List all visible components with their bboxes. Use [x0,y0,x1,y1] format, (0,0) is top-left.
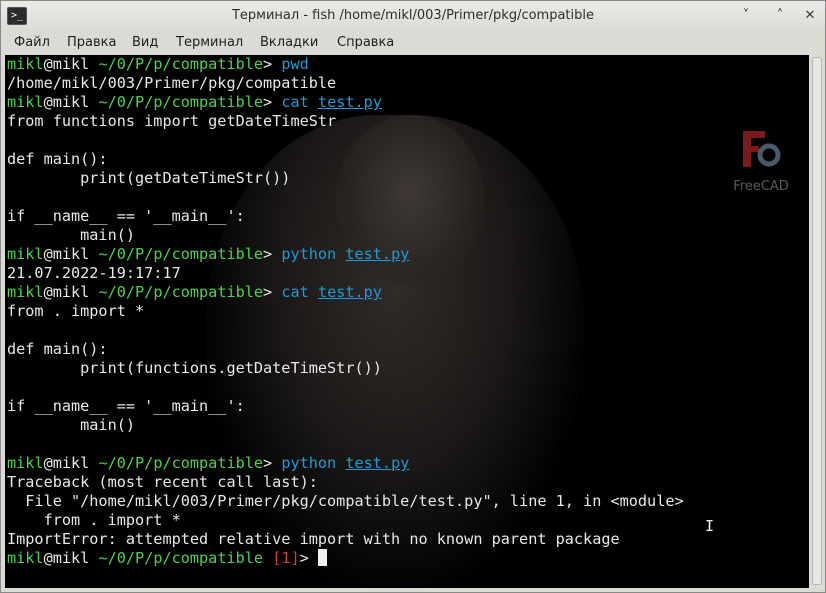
title-bar[interactable]: >_ Терминал - fish /home/mikl/003/Primer… [1,1,825,32]
error-line: ImportError: attempted relative import w… [7,530,620,548]
prompt-path: ~/0/P/p/compatible [89,55,264,73]
prompt-path: ~/0/P/p/compatible [89,549,264,567]
menu-view[interactable]: Вид [132,35,158,50]
close-button[interactable]: ✕ [801,7,819,25]
prompt-path: ~/0/P/p/compatible [89,93,264,111]
output-line: if __name__ == '__main__': [7,207,245,225]
prompt-line: mikl@mikl ~/0/P/p/compatible> cat test.p… [7,283,684,302]
terminal-output: mikl@mikl ~/0/P/p/compatible> pwd /home/… [7,55,684,568]
menu-file[interactable]: Файл [14,35,50,50]
prompt-arrow: > [299,549,318,567]
output-line: /home/mikl/003/Primer/pkg/compatible [7,74,337,92]
output-line: print(getDateTimeStr()) [7,169,291,187]
mouse-ibeam-cursor-icon: I [705,517,715,535]
freecad-logo-icon [743,131,781,167]
prompt-host: mikl [52,454,90,472]
output-line: def main(): [7,150,108,168]
command-argument: test.py [345,454,410,472]
command-argument: test.py [317,283,382,301]
output-line: if __name__ == '__main__': [7,397,245,415]
output-line: from . import * [7,302,145,320]
vertical-scrollbar[interactable] [809,55,825,588]
prompt-at: @ [43,454,53,472]
prompt-path: ~/0/P/p/compatible [89,245,264,263]
output-line: main() [7,416,136,434]
prompt-host: mikl [52,283,90,301]
menu-help[interactable]: Справка [337,35,394,50]
prompt-line: mikl@mikl ~/0/P/p/compatible> pwd [7,55,684,74]
output-line: main() [7,226,136,244]
exit-status-close: ] [290,549,300,567]
text-cursor [317,549,327,566]
output-line: def main(): [7,340,108,358]
prompt-line: mikl@mikl ~/0/P/p/compatible> python tes… [7,454,684,473]
exit-status-code: 1 [281,549,291,567]
prompt-line-current[interactable]: mikl@mikl ~/0/P/p/compatible [1]> [7,549,684,568]
prompt-line: mikl@mikl ~/0/P/p/compatible> python tes… [7,245,684,264]
error-line: from . import * [7,511,181,529]
prompt-host: mikl [52,55,90,73]
prompt-arrow: > [263,93,282,111]
prompt-arrow: > [263,454,282,472]
prompt-path: ~/0/P/p/compatible [89,454,264,472]
prompt-arrow: > [263,283,282,301]
prompt-at: @ [43,549,53,567]
prompt-at: @ [43,55,53,73]
prompt-user: mikl [7,454,44,472]
output-line: print(functions.getDateTimeStr()) [7,359,382,377]
terminal-area[interactable]: FreeCAD mikl@mikl ~/0/P/p/compatible> pw… [5,55,809,588]
output-line: 21.07.2022-19:17:17 [7,264,181,282]
prompt-at: @ [43,283,53,301]
prompt-host: mikl [52,245,90,263]
maximize-button[interactable]: ˄ [771,7,789,25]
error-line: File "/home/mikl/003/Primer/pkg/compatib… [7,492,684,510]
command-argument: test.py [317,93,382,111]
error-line: Traceback (most recent call last): [7,473,318,491]
prompt-host: mikl [52,93,90,111]
prompt-user: mikl [7,93,44,111]
prompt-host: mikl [52,549,90,567]
command: cat [281,93,309,111]
menu-edit[interactable]: Правка [67,35,116,50]
freecad-desktop-icon: FreeCAD [729,125,799,205]
minimize-button[interactable]: ˅ [737,7,755,25]
prompt-user: mikl [7,55,44,73]
prompt-arrow: > [263,245,282,263]
prompt-at: @ [43,245,53,263]
menu-terminal[interactable]: Терминал [176,35,243,50]
terminal-window: >_ Терминал - fish /home/mikl/003/Primer… [0,0,826,593]
command: pwd [281,55,309,73]
command-argument: test.py [345,245,410,263]
command: python [281,245,337,263]
prompt-user: mikl [7,245,44,263]
prompt-at: @ [43,93,53,111]
window-title: Терминал - fish /home/mikl/003/Primer/pk… [231,8,595,23]
command: cat [281,283,309,301]
prompt-user: mikl [7,549,44,567]
prompt-path: ~/0/P/p/compatible [89,283,264,301]
exit-status-open: [ [263,549,282,567]
menu-bar: Файл Правка Вид Терминал Вкладки Справка [1,31,825,54]
command: python [281,454,337,472]
menu-tabs[interactable]: Вкладки [260,35,318,50]
prompt-line: mikl@mikl ~/0/P/p/compatible> cat test.p… [7,93,684,112]
freecad-label: FreeCAD [733,179,789,194]
prompt-user: mikl [7,283,44,301]
prompt-arrow: > [263,55,282,73]
output-line: from functions import getDateTimeStr [7,112,337,130]
scrollbar-thumb[interactable] [812,57,822,585]
